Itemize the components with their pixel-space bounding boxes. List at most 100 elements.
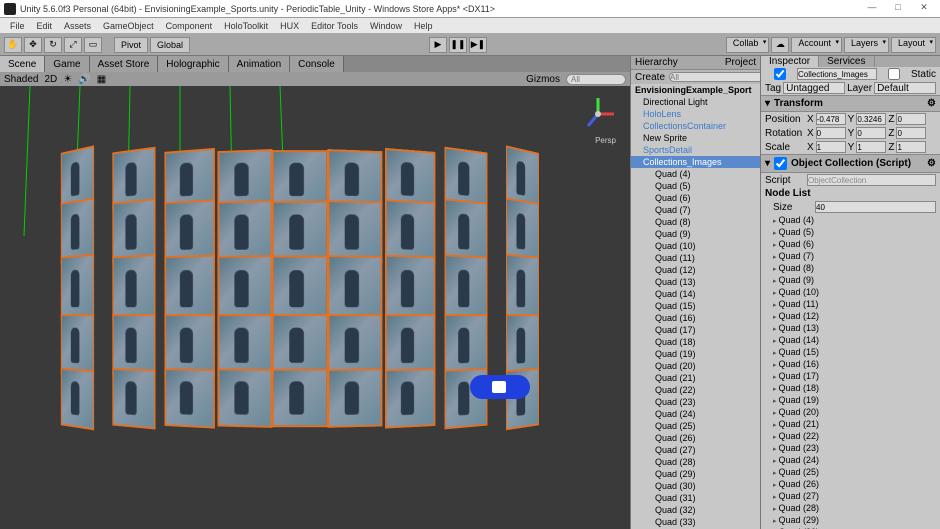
rot-x[interactable]	[816, 127, 846, 139]
tree-item[interactable]: Quad (9)	[631, 228, 760, 240]
gizmos-dropdown[interactable]: Gizmos	[526, 74, 560, 85]
node-item[interactable]: Quad (29)	[769, 514, 940, 526]
quad-tile[interactable]	[217, 368, 272, 428]
tree-item[interactable]: Quad (7)	[631, 204, 760, 216]
node-item[interactable]: Quad (12)	[769, 310, 940, 322]
transform-header[interactable]: ▾ Transform ⚙	[761, 95, 940, 112]
scene-root[interactable]: EnvisioningExample_Sport	[631, 84, 760, 96]
layer-dropdown[interactable]: Default	[874, 82, 936, 94]
quad-tile[interactable]	[327, 368, 382, 428]
menu-window[interactable]: Window	[364, 21, 408, 31]
component-header[interactable]: ▾ Object Collection (Script) ⚙	[761, 154, 940, 173]
quad-tile[interactable]	[444, 254, 487, 322]
quad-tile[interactable]	[61, 368, 94, 431]
node-item[interactable]: Quad (5)	[769, 226, 940, 238]
node-item[interactable]: Quad (11)	[769, 298, 940, 310]
node-item[interactable]: Quad (21)	[769, 418, 940, 430]
tree-item[interactable]: Quad (6)	[631, 192, 760, 204]
tree-item[interactable]: Quad (14)	[631, 288, 760, 300]
tree-item[interactable]: CollectionsContainer	[631, 120, 760, 132]
node-item[interactable]: Quad (26)	[769, 478, 940, 490]
node-item[interactable]: Quad (8)	[769, 262, 940, 274]
pos-x[interactable]	[816, 113, 846, 125]
tree-item[interactable]: Quad (23)	[631, 396, 760, 408]
orientation-gizmo-icon[interactable]	[578, 94, 618, 134]
quad-tile[interactable]	[112, 254, 155, 322]
menu-edit[interactable]: Edit	[31, 21, 59, 31]
tree-item[interactable]: Quad (4)	[631, 168, 760, 180]
node-item[interactable]: Quad (23)	[769, 442, 940, 454]
quad-tile[interactable]	[217, 314, 272, 377]
static-checkbox[interactable]	[879, 68, 909, 80]
pause-button[interactable]: ❚❚	[449, 37, 467, 53]
tree-item[interactable]: Collections_Images	[631, 156, 760, 168]
collab-dropdown[interactable]: Collab	[726, 37, 770, 53]
node-item[interactable]: Quad (28)	[769, 502, 940, 514]
node-item[interactable]: Quad (14)	[769, 334, 940, 346]
maximize-button[interactable]: □	[886, 2, 910, 16]
scl-z[interactable]	[896, 141, 926, 153]
tree-item[interactable]: Quad (27)	[631, 444, 760, 456]
rot-z[interactable]	[896, 127, 926, 139]
menu-editor tools[interactable]: Editor Tools	[305, 21, 364, 31]
node-item[interactable]: Quad (10)	[769, 286, 940, 298]
tree-item[interactable]: Quad (28)	[631, 456, 760, 468]
quad-tile[interactable]	[61, 254, 94, 322]
move-tool-button[interactable]: ✥	[24, 37, 42, 53]
tree-item[interactable]: Quad (16)	[631, 312, 760, 324]
node-item[interactable]: Quad (18)	[769, 382, 940, 394]
node-item[interactable]: Quad (19)	[769, 394, 940, 406]
audio-toggle-icon[interactable]: 🔊	[78, 74, 90, 85]
quad-tile[interactable]	[327, 314, 382, 377]
tree-item[interactable]: Quad (29)	[631, 468, 760, 480]
gear-icon[interactable]: ⚙	[927, 158, 936, 169]
tag-dropdown[interactable]: Untagged	[783, 82, 845, 94]
quad-tile[interactable]	[385, 255, 436, 322]
node-item[interactable]: Quad (13)	[769, 322, 940, 334]
global-toggle[interactable]: Global	[150, 37, 190, 53]
rotate-tool-button[interactable]: ↻	[44, 37, 62, 53]
play-button[interactable]: ▶	[429, 37, 447, 53]
node-item[interactable]: Quad (6)	[769, 238, 940, 250]
node-item[interactable]: Quad (17)	[769, 370, 940, 382]
tree-item[interactable]: Quad (25)	[631, 420, 760, 432]
light-toggle-icon[interactable]: ☀	[63, 74, 72, 85]
step-button[interactable]: ▶❚	[469, 37, 487, 53]
node-item[interactable]: Quad (15)	[769, 346, 940, 358]
cloud-icon[interactable]: ☁	[771, 37, 789, 53]
quad-tile[interactable]	[327, 255, 382, 322]
tree-item[interactable]: Quad (12)	[631, 264, 760, 276]
hierarchy-tree[interactable]: EnvisioningExample_Sport Directional Lig…	[631, 84, 760, 529]
tab-asset-store[interactable]: Asset Store	[90, 56, 159, 72]
tree-item[interactable]: Quad (13)	[631, 276, 760, 288]
quad-tile[interactable]	[506, 254, 539, 322]
account-dropdown[interactable]: Account	[791, 37, 842, 53]
menu-hux[interactable]: HUX	[274, 21, 305, 31]
tree-item[interactable]: Quad (5)	[631, 180, 760, 192]
tree-item[interactable]: Quad (24)	[631, 408, 760, 420]
tree-item[interactable]: Quad (10)	[631, 240, 760, 252]
tree-item[interactable]: Quad (31)	[631, 492, 760, 504]
tab-scene[interactable]: Scene	[0, 56, 45, 72]
quad-tile[interactable]	[272, 314, 329, 376]
2d-toggle[interactable]: 2D	[44, 74, 57, 85]
component-enable-checkbox[interactable]	[774, 157, 787, 170]
scene-search[interactable]	[566, 74, 626, 85]
tree-item[interactable]: Quad (20)	[631, 360, 760, 372]
tab-animation[interactable]: Animation	[229, 56, 290, 72]
tree-item[interactable]: Quad (19)	[631, 348, 760, 360]
tree-item[interactable]: Quad (26)	[631, 432, 760, 444]
scale-tool-button[interactable]: ⤢	[64, 37, 82, 53]
tree-item[interactable]: HoloLens	[631, 108, 760, 120]
tree-item[interactable]: Quad (17)	[631, 324, 760, 336]
menu-component[interactable]: Component	[160, 21, 219, 31]
tab-holographic[interactable]: Holographic	[158, 56, 228, 72]
menu-help[interactable]: Help	[408, 21, 439, 31]
scl-y[interactable]	[856, 141, 886, 153]
menu-assets[interactable]: Assets	[58, 21, 97, 31]
quad-tile[interactable]	[112, 368, 155, 430]
node-item[interactable]: Quad (24)	[769, 454, 940, 466]
shading-mode-dropdown[interactable]: Shaded	[4, 74, 38, 85]
quad-tile[interactable]	[385, 368, 436, 429]
pos-z[interactable]	[896, 113, 926, 125]
